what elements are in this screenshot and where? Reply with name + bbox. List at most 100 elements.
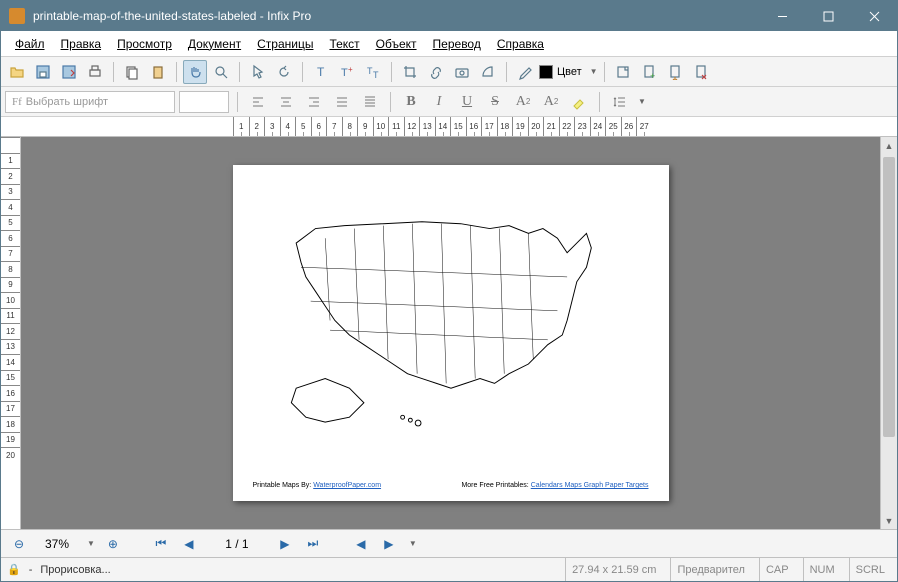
- page-number[interactable]: 1 / 1: [207, 537, 267, 551]
- maximize-button[interactable]: [805, 1, 851, 31]
- menu-edit[interactable]: Правка: [53, 33, 110, 55]
- toolbar-format: Ff Выбрать шрифт B I U S A2 A2 ▼: [1, 87, 897, 117]
- prev-page-button[interactable]: ◀: [179, 534, 199, 554]
- font-picker[interactable]: Ff Выбрать шрифт: [5, 91, 175, 113]
- zoom-out-button[interactable]: ⊖: [9, 534, 29, 554]
- align-right-button[interactable]: [302, 90, 326, 114]
- color-label: Цвет: [557, 66, 582, 78]
- last-page-button[interactable]: ⏭: [303, 534, 323, 554]
- bold-button[interactable]: B: [399, 90, 423, 114]
- footer-left-link[interactable]: WaterproofPaper.com: [313, 482, 381, 489]
- align-justify-button[interactable]: [330, 90, 354, 114]
- menu-view[interactable]: Просмотр: [109, 33, 180, 55]
- status-scrl: SCRL: [849, 558, 891, 581]
- status-rendering: Прорисовка...: [40, 564, 110, 576]
- document-page: Printable Maps By: WaterproofPaper.com M…: [233, 165, 669, 501]
- window-title: printable-map-of-the-united-states-label…: [33, 9, 759, 23]
- scrollbar-vertical[interactable]: ▲ ▼: [880, 137, 897, 529]
- map-image: [253, 185, 649, 437]
- lock-icon: 🔒: [7, 563, 21, 576]
- underline-button[interactable]: U: [455, 90, 479, 114]
- line-spacing-dropdown[interactable]: ▼: [638, 97, 646, 106]
- statusbar: 🔒 - Прорисовка... 27.94 x 21.59 cm Предв…: [1, 557, 897, 581]
- footer-right-label: More Free Printables:: [461, 482, 528, 489]
- align-left-button[interactable]: [246, 90, 270, 114]
- toolbar-main: T T+ TT Цвет ▼ +: [1, 57, 897, 87]
- font-size-input[interactable]: [179, 91, 229, 113]
- menu-document[interactable]: Документ: [180, 33, 249, 55]
- link-button[interactable]: [424, 60, 448, 84]
- footer-left-label: Printable Maps By:: [253, 482, 312, 489]
- page-export-button[interactable]: [663, 60, 687, 84]
- status-cap: CAP: [759, 558, 795, 581]
- menu-file[interactable]: Файл: [7, 33, 53, 55]
- minimize-button[interactable]: [759, 1, 805, 31]
- scroll-up-arrow[interactable]: ▲: [881, 137, 897, 154]
- first-page-button[interactable]: ⏮: [151, 534, 171, 554]
- menu-translate[interactable]: Перевод: [425, 33, 489, 55]
- svg-text:+: +: [650, 71, 655, 80]
- page-delete-button[interactable]: [689, 60, 713, 84]
- status-num: NUM: [803, 558, 841, 581]
- line-spacing-button[interactable]: [608, 90, 632, 114]
- scroll-thumb[interactable]: [883, 157, 895, 437]
- status-dimensions: 27.94 x 21.59 cm: [565, 558, 662, 581]
- open-button[interactable]: [5, 60, 29, 84]
- menu-object[interactable]: Объект: [368, 33, 425, 55]
- zoom-in-button[interactable]: ⊕: [103, 534, 123, 554]
- menu-text[interactable]: Текст: [321, 33, 367, 55]
- hand-tool-button[interactable]: [183, 60, 207, 84]
- print-button[interactable]: [83, 60, 107, 84]
- ruler-vertical: 1234567891011121314151617181920: [1, 137, 21, 529]
- color-swatch[interactable]: [539, 65, 553, 79]
- svg-text:T: T: [341, 67, 348, 79]
- history-dropdown[interactable]: ▼: [409, 539, 417, 548]
- text-plus-button[interactable]: T+: [335, 60, 359, 84]
- scroll-down-arrow[interactable]: ▼: [881, 512, 897, 529]
- subscript-button[interactable]: A2: [539, 90, 563, 114]
- align-center-button[interactable]: [274, 90, 298, 114]
- menubar: Файл Правка Просмотр Документ Страницы Т…: [1, 31, 897, 57]
- close-button[interactable]: [851, 1, 897, 31]
- paste-button[interactable]: [146, 60, 170, 84]
- shape-button[interactable]: [476, 60, 500, 84]
- note-button[interactable]: [611, 60, 635, 84]
- titlebar: printable-map-of-the-united-states-label…: [1, 1, 897, 31]
- footer-right-links[interactable]: Calendars Maps Graph Paper Targets: [531, 482, 649, 489]
- zoom-value[interactable]: 37%: [37, 537, 77, 551]
- menu-help[interactable]: Справка: [489, 33, 552, 55]
- zoom-tool-button[interactable]: [209, 60, 233, 84]
- camera-button[interactable]: [450, 60, 474, 84]
- align-justify-all-button[interactable]: [358, 90, 382, 114]
- next-page-button[interactable]: ▶: [275, 534, 295, 554]
- content-area: 1234567891011121314151617181920: [1, 137, 897, 529]
- page-add-button[interactable]: +: [637, 60, 661, 84]
- history-back-button[interactable]: ◀: [351, 534, 371, 554]
- menu-pages[interactable]: Страницы: [249, 33, 321, 55]
- text-link-button[interactable]: TT: [361, 60, 385, 84]
- highlight-button[interactable]: [567, 90, 591, 114]
- color-dropdown-arrow[interactable]: ▼: [590, 67, 598, 76]
- save-button[interactable]: [31, 60, 55, 84]
- app-window: printable-map-of-the-united-states-label…: [0, 0, 898, 582]
- pointer-tool-button[interactable]: [246, 60, 270, 84]
- eyedropper-button[interactable]: [513, 60, 537, 84]
- save-as-button[interactable]: [57, 60, 81, 84]
- superscript-button[interactable]: A2: [511, 90, 535, 114]
- svg-text:T: T: [373, 70, 379, 80]
- svg-text:+: +: [348, 65, 353, 74]
- navigation-bar: ⊖ 37% ▼ ⊕ ⏮ ◀ 1 / 1 ▶ ⏭ ◀ ▶ ▼: [1, 529, 897, 557]
- text-tool-button[interactable]: T: [309, 60, 333, 84]
- copy-button[interactable]: [120, 60, 144, 84]
- svg-text:T: T: [317, 65, 325, 79]
- history-forward-button[interactable]: ▶: [379, 534, 399, 554]
- zoom-dropdown[interactable]: ▼: [87, 539, 95, 548]
- crop-button[interactable]: [398, 60, 422, 84]
- strike-button[interactable]: S: [483, 90, 507, 114]
- status-preview: Предварител: [670, 558, 751, 581]
- rotate-button[interactable]: [272, 60, 296, 84]
- italic-button[interactable]: I: [427, 90, 451, 114]
- document-canvas[interactable]: Printable Maps By: WaterproofPaper.com M…: [21, 137, 880, 529]
- ruler-horizontal: 1234567891011121314151617181920212223242…: [1, 117, 897, 137]
- app-icon: [9, 8, 25, 24]
